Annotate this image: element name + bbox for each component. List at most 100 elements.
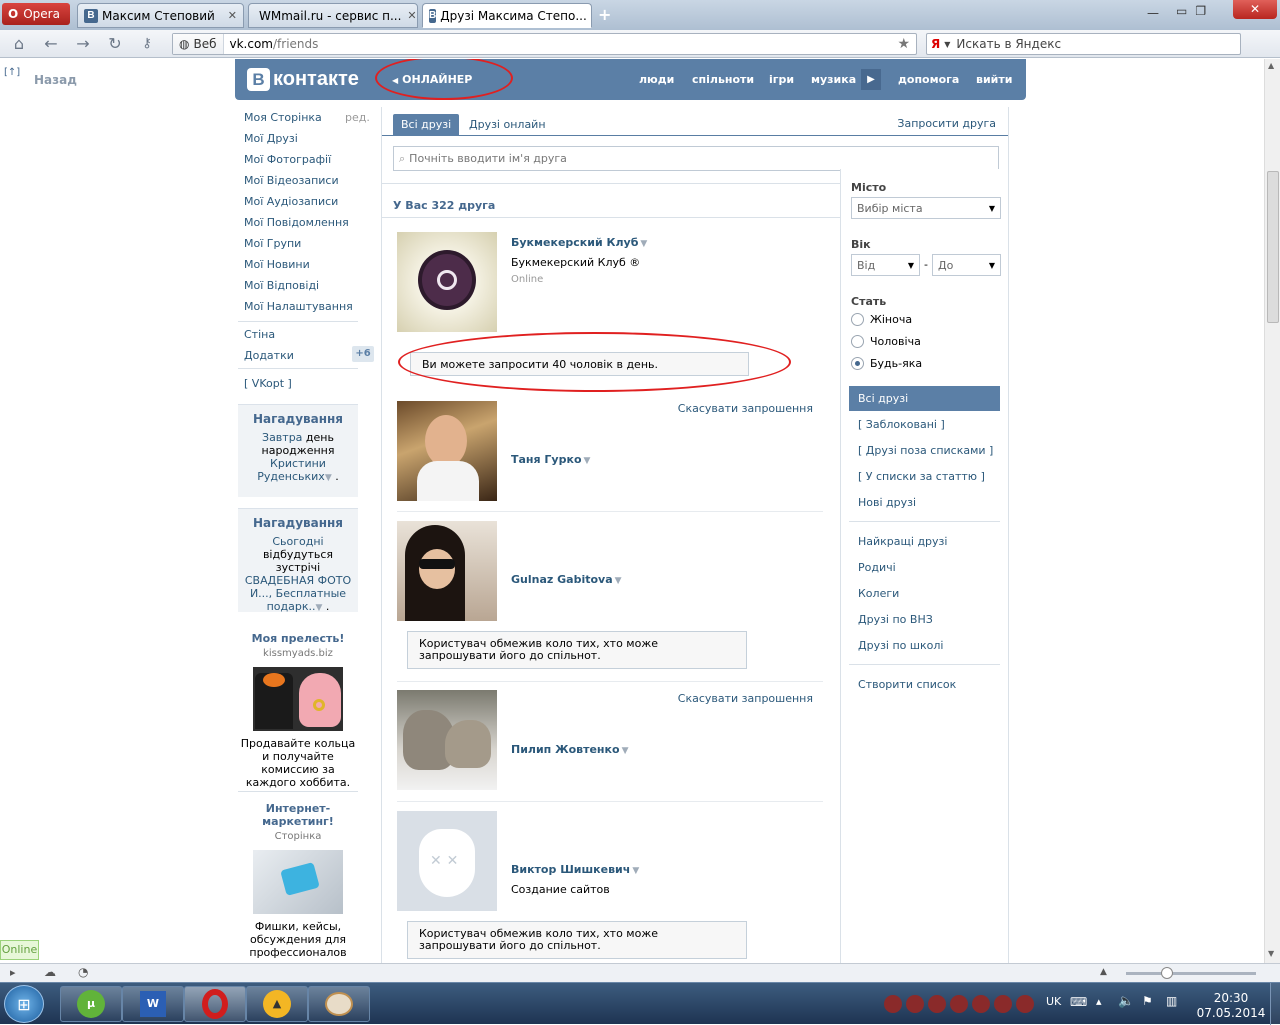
radio-circle-selected[interactable] (851, 357, 864, 370)
ad-image[interactable] (253, 667, 343, 731)
zoom-slider-knob[interactable] (1161, 967, 1173, 979)
nav-games[interactable]: ігри (769, 73, 794, 86)
cloud-icon[interactable]: ☁ (44, 965, 56, 979)
speed-dial-icon[interactable]: ◔ (78, 965, 88, 979)
close-tab-icon[interactable]: ✕ (222, 9, 237, 22)
friend-name-link[interactable]: Букмекерский Клуб ▼ (511, 236, 647, 249)
menu-edit-link[interactable]: ред. (345, 111, 370, 124)
ad-block[interactable]: Моя прелесть! kissmyads.biz Продавайте к… (238, 632, 358, 789)
show-desktop-button[interactable] (1270, 983, 1280, 1025)
chevron-down-icon[interactable]: ▼ (622, 746, 629, 756)
nav-help[interactable]: допомога (898, 73, 959, 86)
taskbar-paint[interactable] (308, 986, 370, 1022)
reminder-link[interactable]: Сьогодні (272, 535, 323, 548)
minimize-icon[interactable]: — (1147, 6, 1159, 20)
chevron-down-icon[interactable]: ▼ (325, 473, 332, 483)
radio-circle[interactable] (851, 335, 864, 348)
reminder-link[interactable]: Завтра (262, 431, 302, 444)
new-tab-icon[interactable]: + (598, 5, 611, 24)
yandex-icon[interactable]: Я (927, 37, 944, 51)
menu-my-answers[interactable]: Мої Відповіді (244, 279, 319, 292)
friend-avatar[interactable] (397, 232, 497, 332)
home-icon[interactable]: ⌂ (8, 34, 30, 54)
friend-search-input[interactable]: ⌕ Почніть вводити ім'я друга (393, 146, 999, 171)
menu-my-videos[interactable]: Мої Відеозаписи (244, 174, 339, 187)
tab-list-icon[interactable]: ▭ (1176, 4, 1187, 20)
friend-avatar-placeholder[interactable]: ✕ ✕ (397, 811, 497, 911)
address-bar[interactable]: ◍ Веб vk.com/friends ★ (172, 33, 917, 55)
tab-friends[interactable]: В Друзі Максима Степо... ✕ (422, 3, 592, 28)
volume-icon[interactable]: 🔈 (1118, 994, 1134, 1009)
restore-icon[interactable]: ❐ (1195, 4, 1206, 20)
age-to-select[interactable]: До ▼ (932, 254, 1001, 276)
language-indicator[interactable]: UK (1046, 995, 1061, 1008)
bookmark-star-icon[interactable]: ★ (897, 36, 910, 52)
list-by-gender[interactable]: [ У списки за статтю ] (858, 470, 985, 483)
taskbar-aimp[interactable]: ▲ (246, 986, 308, 1022)
apps-count-badge[interactable]: +6 (352, 346, 374, 362)
opera-menu-button[interactable]: O Opera (2, 3, 70, 25)
ad-title[interactable]: Интернет-маркетинг! (238, 802, 358, 828)
list-university[interactable]: Друзі по ВНЗ (858, 613, 933, 626)
reload-icon[interactable]: ↻ (104, 34, 126, 54)
menu-vkopt[interactable]: [ VKopt ] (244, 377, 292, 390)
tab-maksym[interactable]: В Максим Степовий ✕ (77, 3, 244, 28)
menu-my-groups[interactable]: Мої Групи (244, 237, 301, 250)
scrollbar-thumb[interactable] (1267, 171, 1279, 323)
scroll-down-icon[interactable]: ▼ (1268, 949, 1274, 958)
close-tab-icon[interactable]: ✕ (587, 9, 591, 22)
radio-circle[interactable] (851, 313, 864, 326)
taskbar-opera[interactable] (184, 986, 246, 1022)
friend-name-link[interactable]: Gulnaz Gabitova ▼ (511, 573, 622, 586)
vertical-scrollbar[interactable]: ▲ ▼ (1264, 59, 1280, 963)
menu-my-news[interactable]: Мої Новини (244, 258, 310, 271)
invite-friend-link[interactable]: Запросити друга (897, 117, 996, 130)
chevron-down-icon[interactable]: ▼ (615, 576, 622, 586)
tab-wmmail[interactable]: WMmail.ru - сервис п... ✕ (248, 3, 418, 28)
list-relatives[interactable]: Родичі (858, 561, 896, 574)
city-select[interactable]: Вибір міста ▼ (851, 197, 1001, 219)
forward-icon[interactable]: → (72, 34, 94, 54)
media-control-icon[interactable] (928, 995, 946, 1013)
key-icon[interactable]: ⚷ (136, 34, 158, 54)
list-blocked[interactable]: [ Заблоковані ] (858, 418, 945, 431)
menu-my-audio[interactable]: Мої Аудіозаписи (244, 195, 338, 208)
zoom-slider[interactable] (1126, 972, 1256, 975)
close-window-icon[interactable]: ✕ (1233, 0, 1277, 19)
menu-apps[interactable]: Додатки (244, 349, 294, 362)
list-all-friends[interactable]: Всі друзі (849, 386, 1000, 411)
cancel-invitation-link[interactable]: Скасувати запрошення (678, 692, 813, 705)
scroll-up-icon[interactable]: ▲ (1268, 61, 1274, 70)
age-from-select[interactable]: Від ▼ (851, 254, 920, 276)
nav-music[interactable]: музика (811, 73, 856, 86)
friend-avatar[interactable] (397, 401, 497, 501)
tab-all-friends[interactable]: Всі друзі (393, 114, 460, 136)
list-best-friends[interactable]: Найкращі друзі (858, 535, 947, 548)
list-colleagues[interactable]: Колеги (858, 587, 899, 600)
media-control-icon[interactable] (906, 995, 924, 1013)
media-control-icon[interactable] (950, 995, 968, 1013)
friend-name-link[interactable]: Пилип Жовтенко ▼ (511, 743, 628, 756)
dropdown-icon[interactable]: ▼ (944, 40, 950, 49)
nav-more-arrow-icon[interactable]: ▶ (861, 69, 881, 90)
start-button[interactable]: ⊞ (4, 985, 44, 1023)
nav-communities[interactable]: спільноти (692, 73, 754, 86)
network-icon[interactable]: ▥ (1166, 994, 1177, 1008)
media-control-icon[interactable] (994, 995, 1012, 1013)
media-control-icon[interactable] (884, 995, 902, 1013)
radio-female[interactable]: Жіноча (851, 313, 912, 326)
yandex-search-input[interactable]: Я ▼ Искать в Яндекс (926, 33, 1241, 55)
web-badge[interactable]: ◍ Веб (173, 34, 224, 54)
close-tab-icon[interactable]: ✕ (401, 9, 416, 22)
taskbar-utorrent[interactable]: µ (60, 986, 122, 1022)
media-control-icon[interactable] (972, 995, 990, 1013)
friend-name-link[interactable]: Виктор Шишкевич ▼ (511, 863, 639, 876)
chevron-down-icon[interactable]: ▼ (640, 239, 647, 249)
ad-title[interactable]: Моя прелесть! (238, 632, 358, 645)
taskbar-word[interactable]: W (122, 986, 184, 1022)
menu-my-friends[interactable]: Мої Друзі (244, 132, 298, 145)
radio-any[interactable]: Будь-яка (851, 357, 922, 370)
friend-name-link[interactable]: Таня Гурко ▼ (511, 453, 590, 466)
vk-logo[interactable]: В контакте (247, 68, 359, 91)
flag-icon[interactable]: ⚑ (1142, 994, 1153, 1008)
